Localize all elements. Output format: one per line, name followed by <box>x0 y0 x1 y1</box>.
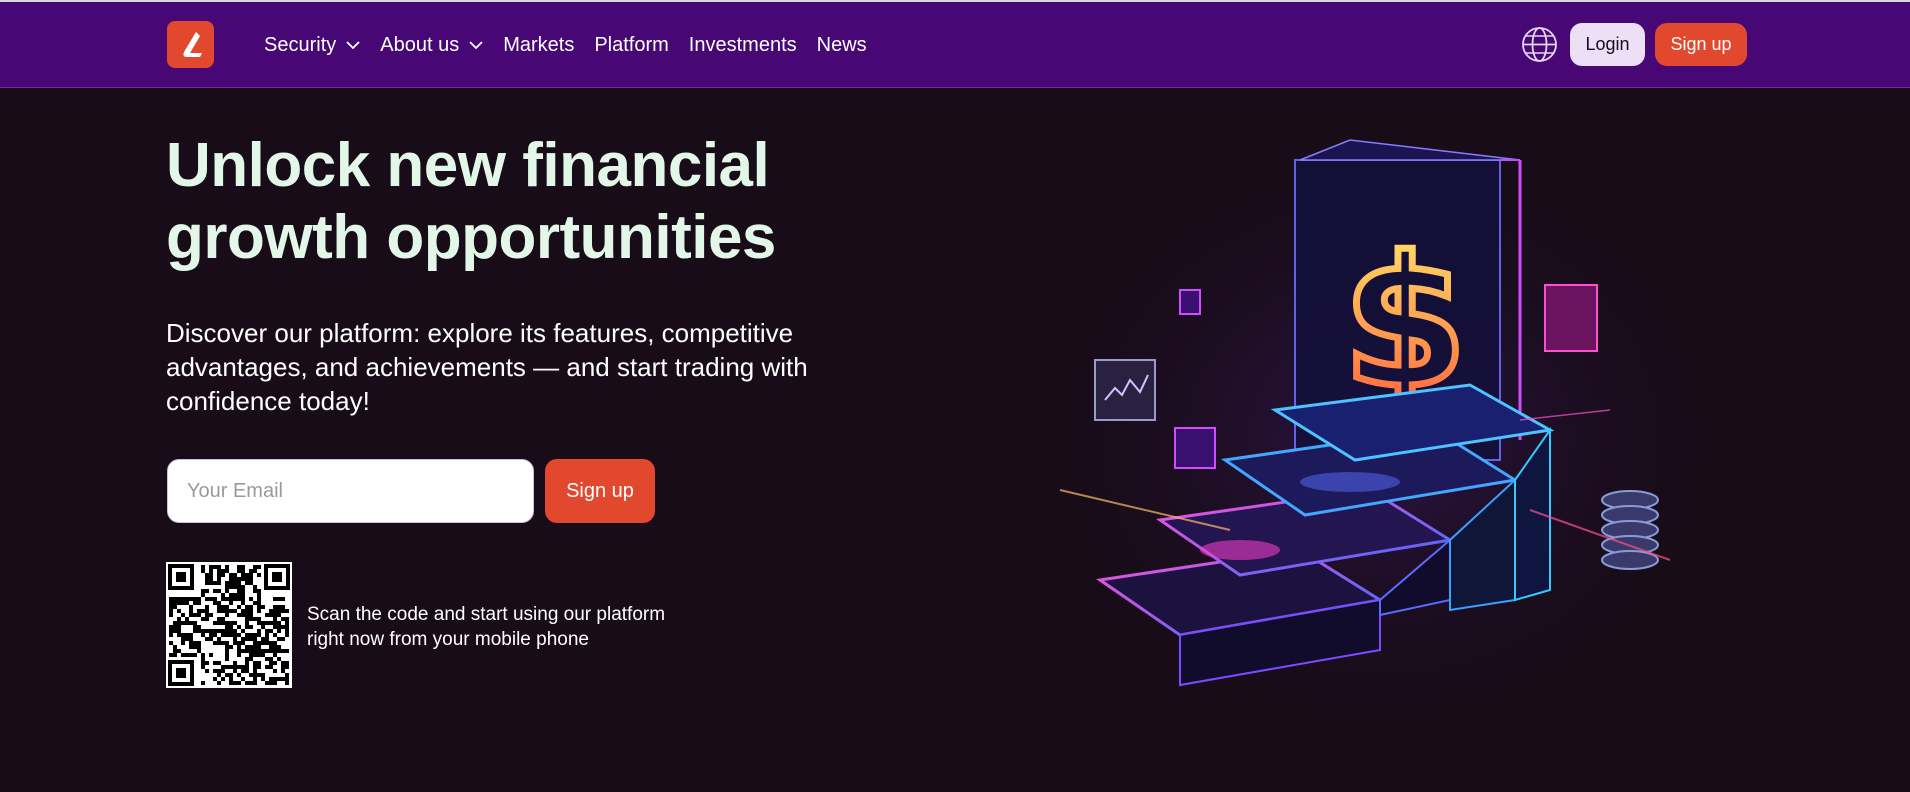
qr-text-line-1: Scan the code and start using our platfo… <box>307 604 666 625</box>
globe-icon[interactable] <box>1521 26 1558 63</box>
nav-item-label: News <box>816 33 867 56</box>
chevron-down-icon <box>346 40 360 50</box>
nav-item-investments[interactable]: Investments <box>689 34 797 57</box>
hero-title: Unlock new financial growth opportunitie… <box>166 130 886 274</box>
nav-item-label: About us <box>380 33 460 56</box>
header-signup-button[interactable]: Sign up <box>1655 23 1747 66</box>
nav-item-label: Investments <box>688 33 797 56</box>
hero-title-line-2: growth opportunities <box>166 203 776 272</box>
qr-code <box>166 562 292 688</box>
nav-item-markets[interactable]: Markets <box>503 34 574 57</box>
nav-item-security[interactable]: Security <box>264 34 360 57</box>
nav-item-news[interactable]: News <box>817 34 867 57</box>
nav-item-label: Security <box>264 33 337 56</box>
site-header: Security About us Markets Platform Inves… <box>0 2 1910 88</box>
qr-instructions: Scan the code and start using our platfo… <box>307 602 727 652</box>
login-button[interactable]: Login <box>1570 23 1645 66</box>
nav-item-platform[interactable]: Platform <box>594 34 668 57</box>
email-input[interactable] <box>167 459 534 523</box>
hero-signup-button[interactable]: Sign up <box>545 459 655 523</box>
nav-item-label: Markets <box>503 33 575 56</box>
chevron-down-icon <box>469 40 483 50</box>
main-nav: Security About us Markets Platform Inves… <box>264 2 887 88</box>
neon-dollar-staircase-illustration: $ <box>1050 130 1710 690</box>
hero-title-line-1: Unlock new financial <box>166 131 770 200</box>
qr-text-line-2: right now from your mobile phone <box>307 629 589 650</box>
nav-item-about-us[interactable]: About us <box>380 34 483 57</box>
hero-subtitle: Discover our platform: explore its featu… <box>166 318 808 416</box>
nav-item-label: Platform <box>594 33 669 56</box>
brand-logo-icon[interactable] <box>167 21 214 68</box>
